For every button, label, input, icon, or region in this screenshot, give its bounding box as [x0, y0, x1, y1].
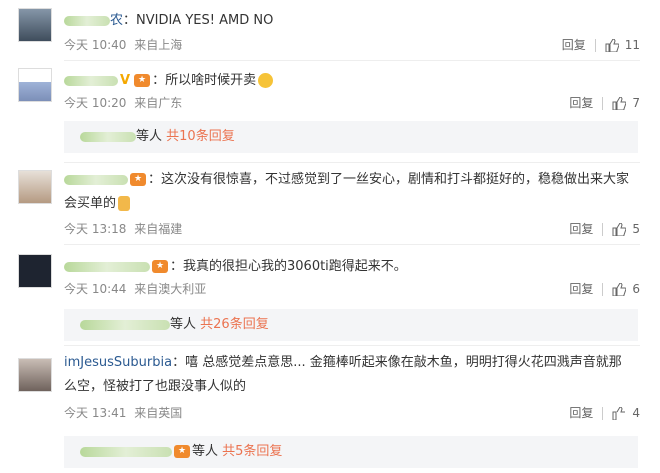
- divider: [594, 39, 596, 52]
- username-blurred[interactable]: [64, 261, 150, 272]
- thumbs-up-icon: [612, 407, 626, 420]
- avatar[interactable]: [18, 68, 52, 102]
- like-button[interactable]: 11: [605, 38, 640, 52]
- comment-time: 今天 10:40: [64, 38, 127, 52]
- like-button[interactable]: 4: [612, 406, 640, 420]
- username-blurred[interactable]: [64, 174, 128, 185]
- comment-time: 今天 13:41: [64, 406, 127, 420]
- view-more-replies-link[interactable]: 共26条回复: [200, 317, 269, 332]
- comment-2: V ★ ：所以啥时候开卖 今天 10:20 来自广东 回复 7: [0, 60, 660, 118]
- avatar[interactable]: [18, 170, 52, 204]
- avatar[interactable]: [18, 254, 52, 288]
- thumbs-up-icon: [605, 39, 619, 52]
- vip-icon: ★: [134, 74, 151, 87]
- comment-location: 来自广东: [134, 96, 183, 110]
- comment-5: imJesusSuburbia：嘻 总感觉差点意思... 金箍棒听起来像在敲木鱼…: [0, 346, 660, 430]
- view-more-replies-link[interactable]: 共5条回复: [222, 444, 282, 459]
- comment-1: 农：NVIDIA YES! AMD NO 今天 10:40 来自上海 回复 11: [0, 0, 660, 60]
- like-button[interactable]: 5: [612, 222, 640, 236]
- view-more-replies-link[interactable]: 共10条回复: [166, 129, 235, 144]
- comment-3: ★ ：这次没有很惊喜，不过感觉到了一丝安心，剧情和打斗都挺好的，稳稳做出来大家会买…: [0, 162, 660, 242]
- thumbs-up-emoji-icon: [118, 196, 131, 211]
- like-count: 4: [632, 406, 640, 420]
- comment-text: ：我真的很担心我的3060ti跑得起来不。: [170, 259, 407, 274]
- username-link[interactable]: imJesusSuburbia: [64, 355, 172, 370]
- vip-icon: ★: [174, 445, 190, 458]
- comment-time: 今天 13:18: [64, 222, 127, 236]
- like-count: 7: [632, 96, 640, 110]
- divider: [64, 244, 640, 245]
- divider: [602, 283, 604, 296]
- emoji-icon: [258, 73, 274, 88]
- like-count: 11: [624, 38, 640, 52]
- username-blurred[interactable]: [64, 15, 110, 26]
- comment-4: ★ ：我真的很担心我的3060ti跑得起来不。 今天 10:44 来自澳大利亚 回…: [0, 246, 660, 304]
- reply-button[interactable]: 回复: [562, 38, 586, 52]
- replier-name-blurred[interactable]: [80, 319, 170, 330]
- replier-name-blurred[interactable]: [80, 446, 172, 457]
- reply-button[interactable]: 回复: [569, 406, 593, 420]
- comment-time: 今天 10:20: [64, 96, 127, 110]
- like-count: 6: [632, 282, 640, 296]
- username-blurred[interactable]: [64, 75, 118, 86]
- reply-button[interactable]: 回复: [569, 96, 593, 110]
- avatar[interactable]: [18, 8, 52, 42]
- comment-text: ：这次没有很惊喜，不过感觉到了一丝安心，剧情和打斗都挺好的，稳稳做出来大家会买单…: [64, 172, 630, 211]
- thumbs-up-icon: [612, 97, 627, 110]
- reply-people: 等人: [192, 444, 219, 459]
- reply-summary[interactable]: 等人 共26条回复: [64, 309, 638, 341]
- reply-people: 等人: [170, 317, 197, 332]
- reply-summary[interactable]: ★ 等人 共5条回复: [64, 436, 638, 468]
- comment-location: 来自上海: [134, 38, 183, 52]
- divider: [602, 97, 604, 110]
- username-suffix[interactable]: 农: [110, 13, 123, 28]
- reply-button[interactable]: 回复: [569, 282, 593, 296]
- vip-icon: ★: [130, 173, 146, 186]
- vip-icon: ★: [152, 260, 168, 273]
- comment-location: 来自澳大利亚: [134, 282, 207, 296]
- like-button[interactable]: 6: [612, 282, 640, 296]
- comment-location: 来自福建: [134, 222, 183, 236]
- divider: [602, 407, 604, 420]
- comment-location: 来自英国: [134, 406, 183, 420]
- comment-text: ：所以啥时候开卖: [152, 73, 257, 88]
- comment-text: ：NVIDIA YES! AMD NO: [123, 13, 274, 28]
- replier-name-blurred[interactable]: [80, 131, 136, 142]
- verified-icon: V: [120, 73, 131, 88]
- avatar[interactable]: [18, 358, 52, 392]
- comment-time: 今天 10:44: [64, 282, 127, 296]
- reply-people: 等人: [136, 129, 163, 144]
- thumbs-up-icon: [612, 223, 627, 236]
- reply-button[interactable]: 回复: [569, 222, 593, 236]
- like-button[interactable]: 7: [612, 96, 640, 110]
- thumbs-up-icon: [612, 283, 627, 296]
- reply-summary[interactable]: 等人 共10条回复: [64, 121, 638, 153]
- like-count: 5: [632, 222, 640, 236]
- divider: [602, 223, 604, 236]
